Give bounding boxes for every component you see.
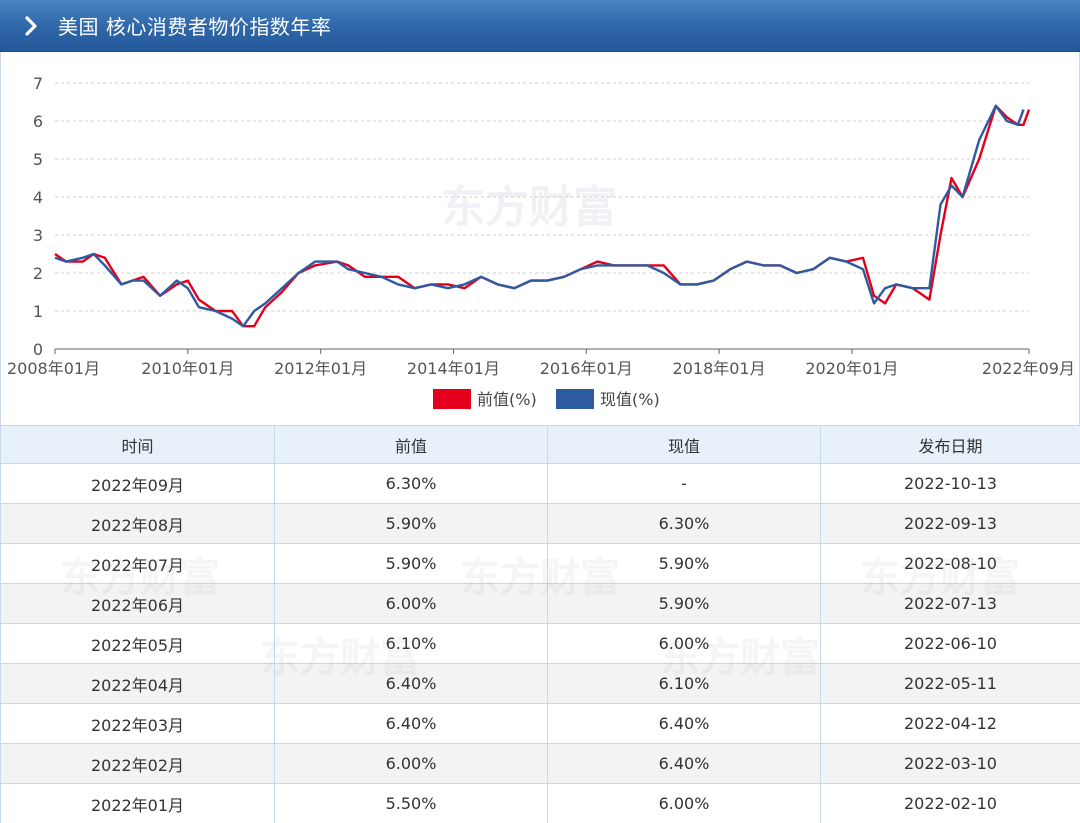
page-header: 美国 核心消费者物价指数年率 xyxy=(0,0,1080,52)
cell-release-date: 2022-02-10 xyxy=(820,783,1080,823)
x-axis-ticks: 2008年01月 2010年01月 2012年01月 2014年01月 2016年01月… xyxy=(7,349,1075,378)
table-header-row: 时间 前值 现值 发布日期 xyxy=(0,425,1080,464)
column-header-curr: 现值 xyxy=(547,425,821,464)
cell-curr: 5.90% xyxy=(547,583,821,624)
cell-curr: - xyxy=(547,463,821,504)
y-tick-label: 7 xyxy=(33,74,43,93)
x-tick-label: 2016年01月 xyxy=(540,359,633,378)
table-row[interactable]: 2022年02月 6.00% 6.40% 2022-03-10 xyxy=(0,743,1080,784)
cell-time: 2022年05月 xyxy=(0,623,275,664)
cell-release-date: 2022-04-12 xyxy=(820,703,1080,744)
data-table: 时间 前值 现值 发布日期 2022年09月 6.30% -2022-10-13 20… xyxy=(0,425,1080,823)
cell-time: 2022年07月 xyxy=(0,543,275,584)
table-row[interactable]: 2022年05月 6.10% 6.00% 2022-06-10 xyxy=(0,623,1080,664)
cell-curr: 6.30% xyxy=(547,503,821,544)
chart-area: 东方财富 01234567 2008年01月 2010年01月 2012年01月 20… xyxy=(0,52,1080,425)
cell-prev: 5.90% xyxy=(274,543,548,584)
cell-release-date: 2022-03-10 xyxy=(820,743,1080,784)
table-row[interactable]: 2022年06月 6.00% 5.90% 2022-07-13 xyxy=(0,583,1080,624)
x-tick-label: 2008年01月 xyxy=(7,359,100,378)
y-tick-label: 2 xyxy=(33,264,43,283)
cell-prev: 6.00% xyxy=(274,583,548,624)
table-row[interactable]: 2022年09月 6.30% -2022-10-13 xyxy=(0,463,1080,504)
cell-prev: 6.40% xyxy=(274,703,548,744)
watermark-text: 东方财富 xyxy=(441,182,617,233)
cell-prev: 6.00% xyxy=(274,743,548,784)
cell-release-date: 2022-08-10 xyxy=(820,543,1080,584)
line-chart: 东方财富 01234567 2008年01月 2010年01月 2012年01月 20… xyxy=(7,74,1075,409)
legend-label-prev[interactable]: 前值(%) xyxy=(477,390,537,409)
cell-time: 2022年02月 xyxy=(0,743,275,784)
y-axis-ticks: 0 1 2 3 4 5 6 7 xyxy=(33,74,43,359)
cell-release-date: 2022-05-11 xyxy=(820,663,1080,704)
x-tick-label: 2014年01月 xyxy=(407,359,500,378)
cell-curr: 6.00% xyxy=(547,623,821,664)
cell-time: 2022年09月 xyxy=(0,463,275,504)
cell-release-date: 2022-06-10 xyxy=(820,623,1080,664)
x-tick-label: 2010年01月 xyxy=(141,359,234,378)
cell-curr: 6.10% xyxy=(547,663,821,704)
y-tick-label: 3 xyxy=(33,226,43,245)
cell-prev: 6.40% xyxy=(274,663,548,704)
x-tick-label: 2022年09月 xyxy=(982,359,1075,378)
cell-time: 2022年08月 xyxy=(0,503,275,544)
cell-release-date: 2022-10-13 xyxy=(820,463,1080,504)
data-table-container: 时间 前值 现值 发布日期 2022年09月 6.30% -2022-10-13 20… xyxy=(0,425,1080,823)
cell-curr: 6.40% xyxy=(547,703,821,744)
cell-time: 2022年04月 xyxy=(0,663,275,704)
chart-legend[interactable]: 前值(%) 现值(%) xyxy=(433,389,660,409)
cell-curr: 6.40% xyxy=(547,743,821,784)
y-tick-label: 0 xyxy=(33,340,43,359)
cell-prev: 6.30% xyxy=(274,463,548,504)
legend-swatch-curr[interactable] xyxy=(556,389,594,409)
cell-curr: 6.00% xyxy=(547,783,821,823)
x-tick-label: 2012年01月 xyxy=(274,359,367,378)
column-header-date: 发布日期 xyxy=(820,425,1080,464)
table-row[interactable]: 2022年07月 5.90% 5.90% 2022-08-10 xyxy=(0,543,1080,584)
table-row[interactable]: 2022年03月 6.40% 6.40% 2022-04-12 xyxy=(0,703,1080,744)
cell-release-date: 2022-07-13 xyxy=(820,583,1080,624)
cell-time: 2022年06月 xyxy=(0,583,275,624)
cell-release-date: 2022-09-13 xyxy=(820,503,1080,544)
table-row[interactable]: 2022年04月 6.40% 6.10% 2022-05-11 xyxy=(0,663,1080,704)
y-tick-label: 1 xyxy=(33,302,43,321)
x-tick-label: 2020年01月 xyxy=(805,359,898,378)
y-tick-label: 6 xyxy=(33,112,43,131)
cell-prev: 6.10% xyxy=(274,623,548,664)
cell-time: 2022年03月 xyxy=(0,703,275,744)
legend-swatch-prev[interactable] xyxy=(433,389,471,409)
chevron-right-icon[interactable] xyxy=(24,15,40,36)
table-row[interactable]: 2022年08月 5.90% 6.30% 2022-09-13 xyxy=(0,503,1080,544)
page-title: 美国 核心消费者物价指数年率 xyxy=(58,15,332,39)
column-header-prev: 前值 xyxy=(274,425,548,464)
column-header-time: 时间 xyxy=(0,425,275,464)
table-row[interactable]: 2022年01月 5.50% 6.00% 2022-02-10 xyxy=(0,783,1080,823)
cell-prev: 5.90% xyxy=(274,503,548,544)
legend-label-curr[interactable]: 现值(%) xyxy=(600,390,660,409)
cell-time: 2022年01月 xyxy=(0,783,275,823)
x-tick-label: 2018年01月 xyxy=(673,359,766,378)
y-tick-label: 5 xyxy=(33,150,43,169)
y-tick-label: 4 xyxy=(33,188,43,207)
cell-prev: 5.50% xyxy=(274,783,548,823)
cell-curr: 5.90% xyxy=(547,543,821,584)
